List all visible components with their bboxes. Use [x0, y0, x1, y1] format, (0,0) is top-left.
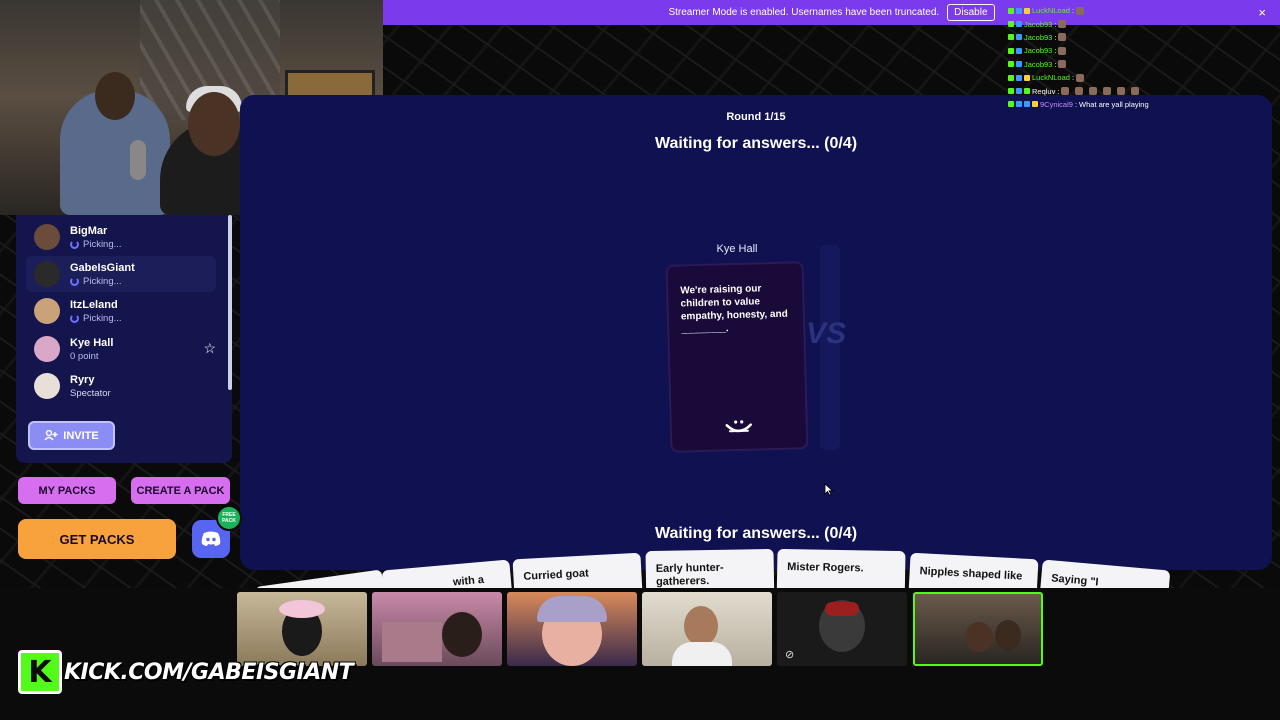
- avatar: [34, 224, 60, 250]
- chat-message: Jacob93:: [1008, 44, 1268, 57]
- player-row-gabeisgiant[interactable]: GabeIsGiant Picking...: [26, 256, 216, 292]
- avatar: [34, 298, 60, 324]
- chat-message: Jacob93:: [1008, 58, 1268, 71]
- player-name: Ryry: [70, 373, 95, 386]
- chat-message: Jacob93:: [1008, 31, 1268, 44]
- waiting-status-bottom: Waiting for answers... (0/4): [654, 525, 858, 542]
- player-row-kye-hall[interactable]: Kye Hall 0 point ☆: [26, 331, 216, 367]
- player-status: Spectator: [70, 387, 111, 399]
- invite-label: INVITE: [63, 429, 99, 442]
- create-pack-button[interactable]: CREATE A PACK: [131, 477, 230, 504]
- chat-message: Jacob93:: [1008, 17, 1268, 30]
- player-name: BigMar: [70, 224, 108, 237]
- camera-off-icon: ⊘: [785, 649, 795, 661]
- card-owner-name: Kye Hall: [716, 243, 758, 255]
- player-row-bigmar[interactable]: BigMar Picking...: [26, 219, 216, 255]
- player-status: Picking...: [83, 238, 122, 250]
- chat-overlay: LuckNLoad: Jacob93: Jacob93: Jacob93: Ja…: [1008, 4, 1268, 111]
- player-name: GabeIsGiant: [70, 261, 135, 274]
- player-row-itzleland[interactable]: ItzLeland Picking...: [26, 293, 216, 329]
- player-cam-active: [913, 592, 1043, 666]
- player-name: Kye Hall: [70, 336, 114, 349]
- smile-logo-icon: [725, 420, 753, 433]
- game-board: Round 1/15 Waiting for answers... (0/4) …: [240, 95, 1272, 570]
- get-packs-button[interactable]: GET PACKS: [18, 519, 176, 559]
- add-user-icon: [44, 430, 58, 441]
- player-cam: [507, 592, 637, 666]
- player-row-ryry[interactable]: Ryry Spectator: [26, 368, 216, 404]
- player-status: Picking...: [83, 312, 122, 324]
- chat-message: LuckNLoad:: [1008, 71, 1268, 84]
- round-indicator: Round 1/15: [726, 111, 786, 123]
- waiting-status-top: Waiting for answers... (0/4): [654, 135, 858, 152]
- mouse-cursor-icon: [824, 483, 834, 496]
- loading-spinner-icon: [70, 239, 79, 249]
- prompt-text: We're raising our children to value empa…: [680, 283, 788, 336]
- discord-icon: [201, 531, 221, 546]
- player-cam: [642, 592, 772, 666]
- loading-spinner-icon: [70, 313, 79, 323]
- avatar: [34, 336, 60, 362]
- banner-text: Streamer Mode is enabled. Usernames have…: [668, 7, 940, 18]
- player-list-scrollbar[interactable]: [228, 215, 232, 390]
- deck-watermark: VS: [806, 317, 847, 350]
- chat-message: Reqluv:: [1008, 84, 1268, 97]
- kick-logo-icon: K: [18, 650, 62, 694]
- disable-streamer-mode-button[interactable]: Disable: [947, 4, 995, 21]
- player-status: Picking...: [83, 275, 122, 287]
- chat-message: LuckNLoad:: [1008, 4, 1268, 17]
- loading-spinner-icon: [70, 276, 79, 286]
- star-icon[interactable]: ☆: [203, 340, 216, 357]
- avatar: [34, 373, 60, 399]
- free-pack-badge: FREE PACK: [216, 505, 242, 531]
- player-name: ItzLeland: [70, 298, 118, 311]
- prompt-card: We're raising our children to value empa…: [665, 261, 809, 453]
- invite-button[interactable]: INVITE: [28, 421, 115, 450]
- my-packs-button[interactable]: MY PACKS: [18, 477, 116, 504]
- chat-message: 9Cynical9: What are yall playing: [1008, 98, 1268, 111]
- player-score: 0 point: [70, 350, 99, 362]
- kick-channel-url: KICK.COM/GABEISGIANT: [64, 659, 354, 685]
- kick-channel-logo: K KICK.COM/GABEISGIANT: [18, 650, 354, 694]
- player-cam: [372, 592, 502, 666]
- player-cam: ⊘: [777, 592, 907, 666]
- avatar: [34, 261, 60, 287]
